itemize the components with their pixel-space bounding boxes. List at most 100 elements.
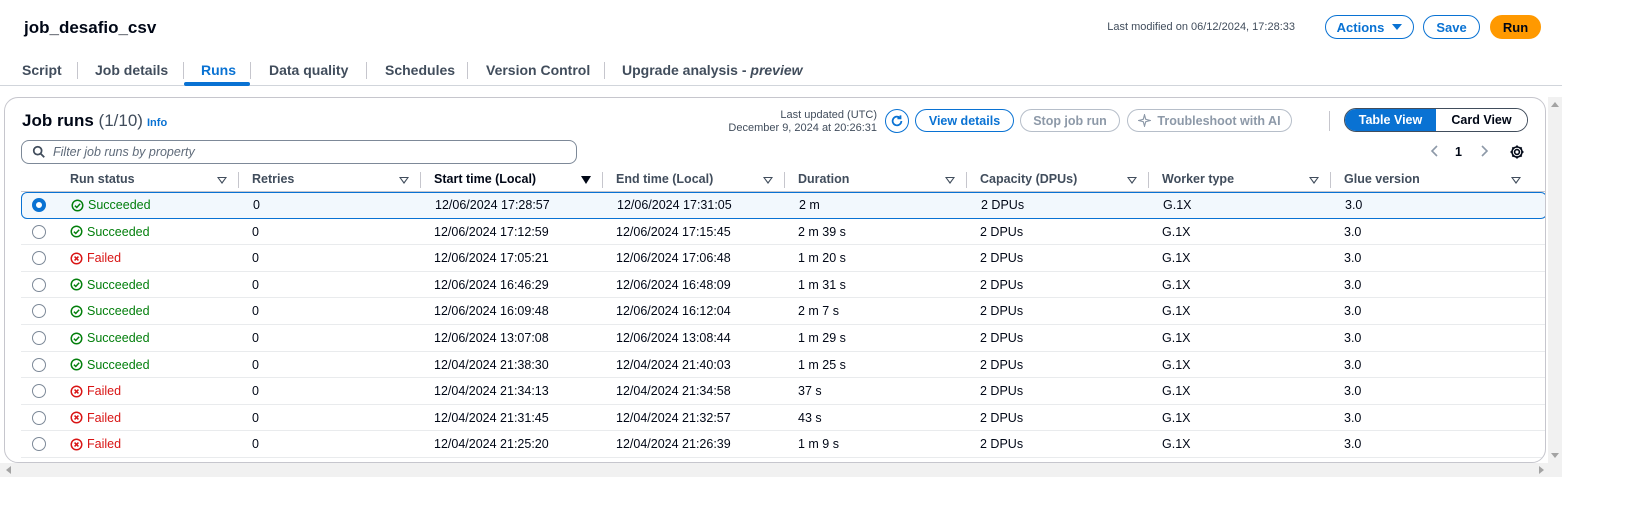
start-time-cell: 12/06/2024 16:46:29 bbox=[434, 277, 549, 292]
worker-type-cell: G.1X bbox=[1162, 224, 1191, 239]
sparkle-icon bbox=[1138, 114, 1152, 127]
run-status-cell: Failed bbox=[70, 437, 121, 451]
tab-upgrade-analysis-label: Upgrade analysis - bbox=[622, 62, 751, 78]
next-page-icon[interactable] bbox=[1478, 144, 1490, 158]
tab-upgrade-analysis[interactable]: Upgrade analysis - preview bbox=[622, 62, 803, 78]
row-select-radio[interactable] bbox=[32, 198, 46, 212]
end-time-cell: 12/04/2024 21:40:03 bbox=[616, 357, 731, 372]
table-row[interactable]: Succeeded 0 12/06/2024 17:12:59 12/06/2024 … bbox=[21, 219, 1545, 246]
row-select-radio[interactable] bbox=[32, 224, 46, 239]
scroll-left-arrow-icon[interactable] bbox=[6, 466, 11, 474]
end-time-cell: 12/04/2024 21:32:57 bbox=[616, 410, 731, 425]
duration-cell: 2 m 7 s bbox=[798, 304, 839, 319]
row-select-radio[interactable] bbox=[32, 331, 46, 345]
column-header-capacity[interactable]: Capacity (DPUs) bbox=[980, 172, 1077, 186]
row-select-radio[interactable] bbox=[32, 384, 46, 399]
run-status-cell: Succeeded bbox=[70, 225, 150, 239]
sort-icon[interactable] bbox=[1511, 177, 1521, 184]
last-updated-text: Last updated (UTC) December 9, 2024 at 2… bbox=[728, 109, 877, 135]
card-view-toggle[interactable]: Card View bbox=[1436, 109, 1527, 131]
worker-type-cell: G.1X bbox=[1162, 251, 1191, 266]
end-time-cell: 12/06/2024 13:08:44 bbox=[616, 331, 731, 345]
retries-cell: 0 bbox=[252, 251, 259, 266]
stop-job-run-button[interactable]: Stop job run bbox=[1020, 109, 1120, 132]
tab-data-quality[interactable]: Data quality bbox=[269, 62, 348, 78]
row-select-radio[interactable] bbox=[32, 277, 46, 292]
actions-label: Actions bbox=[1336, 19, 1385, 35]
page-gutter bbox=[1562, 0, 1649, 510]
horizontal-scrollbar[interactable] bbox=[0, 463, 1562, 477]
column-header-worker-type[interactable]: Worker type bbox=[1162, 172, 1234, 186]
run-status-cell: Succeeded bbox=[70, 278, 150, 292]
table-row[interactable]: Failed 0 12/04/2024 21:31:45 12/04/2024 21:… bbox=[21, 405, 1545, 432]
job-runs-panel: Job runs (1/10) Info Last updated (UTC) … bbox=[4, 97, 1546, 463]
scroll-down-arrow-icon[interactable] bbox=[1551, 453, 1559, 458]
table-row[interactable]: Succeeded 0 12/06/2024 17:28:57 12/06/2024 … bbox=[21, 192, 1545, 219]
actions-dropdown-button[interactable]: Actions bbox=[1325, 15, 1414, 39]
tab-version-control[interactable]: Version Control bbox=[486, 62, 590, 78]
run-status-cell: Succeeded bbox=[70, 358, 150, 372]
column-header-glue-version[interactable]: Glue version bbox=[1344, 172, 1420, 186]
success-check-icon bbox=[70, 278, 83, 291]
run-status-cell: Failed bbox=[70, 384, 121, 398]
run-status-label: Succeeded bbox=[87, 277, 150, 292]
scroll-up-arrow-icon[interactable] bbox=[1551, 102, 1559, 107]
active-tab-indicator bbox=[184, 82, 250, 86]
table-row[interactable]: Succeeded 0 12/04/2024 21:38:30 12/04/2024 … bbox=[21, 352, 1545, 379]
start-time-cell: 12/04/2024 21:38:30 bbox=[434, 357, 549, 372]
info-link[interactable]: Info bbox=[147, 117, 167, 129]
sort-icon[interactable] bbox=[763, 177, 773, 184]
tab-runs[interactable]: Runs bbox=[201, 62, 236, 78]
end-time-cell: 12/04/2024 21:34:58 bbox=[616, 384, 731, 399]
row-select-radio[interactable] bbox=[32, 410, 46, 425]
tab-schedules[interactable]: Schedules bbox=[385, 62, 455, 78]
refresh-button[interactable] bbox=[885, 109, 909, 133]
table-row[interactable]: Succeeded 0 12/06/2024 16:46:29 12/06/2024 … bbox=[21, 272, 1545, 299]
table-row[interactable]: Failed 0 12/04/2024 21:25:20 12/04/2024 21:… bbox=[21, 431, 1545, 458]
tab-script[interactable]: Script bbox=[22, 62, 62, 78]
row-select-radio[interactable] bbox=[32, 357, 46, 372]
row-select-radio[interactable] bbox=[32, 304, 46, 319]
table-row[interactable]: Succeeded 0 12/06/2024 13:07:08 12/06/2024 … bbox=[21, 325, 1545, 352]
troubleshoot-ai-button[interactable]: Troubleshoot with AI bbox=[1127, 109, 1292, 132]
row-select-radio[interactable] bbox=[32, 437, 46, 452]
column-header-run-status[interactable]: Run status bbox=[70, 172, 135, 186]
sort-icon[interactable] bbox=[399, 177, 409, 184]
run-button[interactable]: Run bbox=[1490, 15, 1541, 39]
sort-icon[interactable] bbox=[1127, 177, 1137, 184]
job-name-title: job_desafio_csv bbox=[24, 18, 157, 37]
sort-icon[interactable] bbox=[1309, 177, 1319, 184]
glue-version-cell: 3.0 bbox=[1344, 224, 1362, 239]
glue-version-cell: 3.0 bbox=[1344, 251, 1362, 266]
sort-icon[interactable] bbox=[217, 177, 227, 184]
view-details-button[interactable]: View details bbox=[915, 109, 1014, 132]
last-updated-label: Last updated (UTC) bbox=[780, 109, 877, 121]
sort-icon[interactable] bbox=[945, 177, 955, 184]
column-divider bbox=[420, 172, 421, 188]
tab-job-details[interactable]: Job details bbox=[95, 62, 168, 78]
column-header-end-time[interactable]: End time (Local) bbox=[616, 172, 713, 186]
save-button[interactable]: Save bbox=[1423, 15, 1480, 39]
column-header-duration[interactable]: Duration bbox=[798, 172, 849, 186]
duration-cell: 37 s bbox=[798, 384, 822, 399]
current-page-number[interactable]: 1 bbox=[1455, 145, 1462, 159]
filter-input[interactable]: Filter job runs by property bbox=[21, 140, 577, 164]
previous-page-icon[interactable] bbox=[1429, 144, 1441, 158]
scroll-right-arrow-icon[interactable] bbox=[1539, 466, 1544, 474]
table-row[interactable]: Failed 0 12/04/2024 21:34:13 12/04/2024 21:… bbox=[21, 378, 1545, 405]
table-row[interactable]: Succeeded 0 12/06/2024 16:09:48 12/06/2024 … bbox=[21, 298, 1545, 325]
retries-cell: 0 bbox=[252, 384, 259, 399]
sort-descending-icon[interactable] bbox=[581, 176, 591, 184]
column-header-start-time[interactable]: Start time (Local) bbox=[434, 172, 536, 186]
column-header-retries[interactable]: Retries bbox=[252, 172, 294, 186]
settings-gear-icon[interactable] bbox=[1509, 144, 1525, 160]
retries-cell: 0 bbox=[252, 357, 259, 372]
worker-type-cell: G.1X bbox=[1163, 198, 1192, 212]
table-row[interactable]: Failed 0 12/06/2024 17:05:21 12/06/2024 17:… bbox=[21, 245, 1545, 272]
run-status-cell: Succeeded bbox=[71, 198, 151, 212]
vertical-scrollbar[interactable] bbox=[1548, 97, 1562, 463]
last-updated-time: December 9, 2024 at 20:26:31 bbox=[728, 122, 877, 134]
glue-version-cell: 3.0 bbox=[1344, 357, 1362, 372]
table-view-toggle[interactable]: Table View bbox=[1345, 109, 1436, 131]
row-select-radio[interactable] bbox=[32, 251, 46, 266]
